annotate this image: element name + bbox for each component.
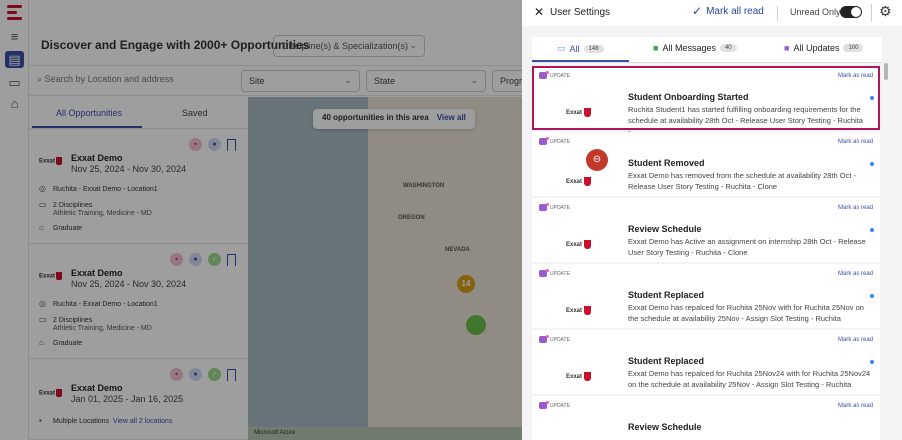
update-tag-label: UPDATE [550, 138, 570, 145]
mark-as-read-link[interactable]: Mark as read [838, 271, 873, 277]
tab-messages-label: All Messages [662, 43, 716, 53]
notification-card[interactable]: UPDATE Mark as read ⊖ Exxat Student Remo… [532, 132, 880, 196]
notification-tabs: ▭ All 148 ■ All Messages 40 ■ All Updates 100 [532, 37, 882, 63]
divider [777, 6, 778, 21]
update-tag-label: UPDATE [550, 270, 570, 277]
mark-as-read-link[interactable]: Mark as read [838, 73, 873, 79]
update-tag: UPDATE [539, 203, 570, 211]
update-icon [539, 401, 549, 409]
gear-icon[interactable]: ⚙ [879, 4, 892, 18]
mark-all-read-label: Mark all read [706, 6, 764, 17]
exxat-logo: Exxat [566, 372, 592, 381]
update-icon [539, 71, 549, 79]
close-icon[interactable]: ✕ [534, 6, 544, 18]
unread-only-label: Unread Only [790, 7, 841, 17]
unread-dot [870, 228, 874, 232]
tab-all-messages[interactable]: ■ All Messages 40 [653, 43, 737, 53]
exxat-logo: Exxat [566, 240, 592, 249]
update-tag: UPDATE [539, 269, 570, 277]
update-tag: UPDATE [539, 401, 570, 409]
panel-title: User Settings [550, 7, 611, 18]
update-tag: UPDATE [539, 137, 570, 145]
logo-text: Exxat [566, 374, 583, 381]
notification-title: Student Replaced [628, 290, 705, 300]
notification-title: Student Replaced [628, 356, 705, 366]
divider [871, 4, 872, 22]
mark-as-read-link[interactable]: Mark as read [838, 139, 873, 145]
update-tag: UPDATE [539, 71, 570, 79]
tab-all-label: All [569, 43, 580, 54]
notification-title: Student Removed [628, 158, 705, 168]
logo-text: Exxat [566, 179, 583, 186]
mark-all-read-button[interactable]: ✓ Mark all read [692, 4, 764, 18]
update-tag-label: UPDATE [550, 72, 570, 79]
user-remove-icon: ⊖ [586, 149, 608, 171]
exxat-logo: Exxat [566, 306, 592, 315]
update-icon [539, 269, 549, 277]
scrollbar-thumb[interactable] [884, 63, 888, 80]
tab-all-count: 148 [583, 44, 604, 53]
notification-list: UPDATE Mark as read Exxat Student Onboar… [532, 66, 880, 440]
update-icon [539, 137, 549, 145]
notification-body: Exxat Demo has removed from the schedule… [628, 171, 857, 191]
unread-dot [870, 162, 874, 166]
active-tab-indicator [532, 60, 629, 62]
tab-all-updates[interactable]: ■ All Updates 100 [784, 43, 864, 53]
notification-body: Exxat Demo has repalced for Ruchita 25No… [628, 303, 864, 323]
notification-card[interactable]: UPDATE Mark as read Exxat Student Replac… [532, 264, 880, 328]
notification-card[interactable]: UPDATE Mark as read Exxat Student Onboar… [532, 66, 880, 136]
modal-backdrop[interactable] [0, 0, 522, 440]
unread-dot [870, 360, 874, 364]
panel-header: ✕ User Settings ✓ Mark all read Unread On… [522, 0, 902, 26]
mark-as-read-link[interactable]: Mark as read [838, 337, 873, 343]
notification-card[interactable]: UPDATE Mark as read Review Schedule [532, 396, 880, 440]
notification-body: Exxat Demo has Active an assignment on i… [628, 237, 866, 257]
exxat-logo: Exxat [566, 177, 592, 186]
unread-dot [870, 294, 874, 298]
user-settings-panel: ✕ User Settings ✓ Mark all read Unread On… [522, 0, 902, 440]
mark-as-read-link[interactable]: Mark as read [838, 403, 873, 409]
tab-updates-label: All Updates [793, 43, 840, 53]
notification-card[interactable]: UPDATE Mark as read Exxat Student Replac… [532, 330, 880, 394]
logo-text: Exxat [566, 110, 583, 117]
update-tag-label: UPDATE [550, 402, 570, 409]
notification-card[interactable]: UPDATE Mark as read Exxat Review Schedul… [532, 198, 880, 262]
mark-as-read-link[interactable]: Mark as read [838, 205, 873, 211]
logo-text: Exxat [566, 242, 583, 249]
logo-text: Exxat [566, 308, 583, 315]
check-icon: ✓ [692, 4, 703, 18]
update-icon: ■ [784, 43, 790, 53]
tab-updates-count: 100 [843, 44, 864, 52]
notification-title: Review Schedule [628, 422, 702, 432]
update-icon [539, 335, 549, 343]
update-tag-label: UPDATE [550, 336, 570, 343]
notification-title: Student Onboarding Started [628, 92, 749, 102]
update-tag: UPDATE [539, 335, 570, 343]
tab-messages-count: 40 [719, 44, 737, 52]
update-icon [539, 203, 549, 211]
update-tag-label: UPDATE [550, 204, 570, 211]
tab-all[interactable]: ▭ All 148 [557, 43, 604, 54]
inbox-icon: ▭ [557, 43, 566, 53]
unread-only-toggle[interactable] [840, 6, 862, 18]
notification-body: Exxat Demo has repalced for Ruchita 25No… [628, 369, 871, 389]
message-icon: ■ [653, 43, 659, 53]
exxat-logo: Exxat [566, 108, 592, 117]
unread-dot [870, 96, 874, 100]
notification-title: Review Schedule [628, 224, 702, 234]
